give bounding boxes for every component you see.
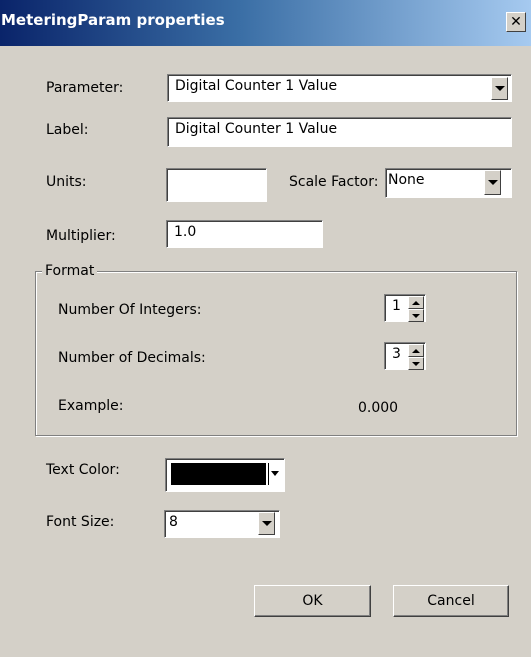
window-title: MeteringParam properties (1, 11, 225, 29)
title-bar: MeteringParam properties ✕ (0, 0, 531, 46)
ok-button-label: OK (302, 593, 323, 609)
font-size-label: Font Size: (46, 514, 115, 530)
font-size-dropdown-button[interactable] (258, 512, 275, 535)
label-label: Label: (46, 122, 89, 138)
scale-factor-label: Scale Factor: (289, 174, 379, 190)
number-of-integers-value: 1 (392, 298, 401, 314)
example-value: 0.000 (358, 400, 399, 416)
chevron-down-icon (494, 86, 505, 91)
multiplier-input-value: 1.0 (174, 224, 197, 240)
units-label: Units: (46, 174, 87, 190)
parameter-select-value: Digital Counter 1 Value (175, 78, 338, 94)
example-label: Example: (58, 398, 124, 414)
label-input-value: Digital Counter 1 Value (175, 121, 338, 137)
arrow-down-icon (412, 361, 420, 366)
ok-button[interactable]: OK (254, 585, 371, 617)
units-input[interactable] (166, 168, 267, 202)
chevron-down-icon (261, 521, 272, 526)
color-dropdown-arrow (271, 471, 279, 476)
arrow-down-icon (412, 313, 420, 318)
arrow-up-icon (412, 348, 420, 353)
multiplier-input[interactable]: 1.0 (166, 220, 323, 248)
parameter-dropdown-button[interactable] (491, 77, 508, 100)
parameter-label: Parameter: (46, 80, 124, 96)
multiplier-label: Multiplier: (46, 228, 116, 244)
close-button[interactable]: ✕ (506, 12, 526, 32)
number-of-integers-label: Number Of Integers: (58, 302, 202, 318)
cancel-button-label: Cancel (427, 593, 475, 609)
color-divider (268, 463, 269, 485)
integers-spin-down-button[interactable] (408, 309, 424, 322)
decimals-spin-down-button[interactable] (408, 357, 424, 370)
text-color-label: Text Color: (46, 462, 120, 478)
integers-spin-up-button[interactable] (408, 296, 424, 309)
number-of-decimals-label: Number of Decimals: (58, 350, 206, 366)
cancel-button[interactable]: Cancel (393, 585, 509, 617)
text-color-picker[interactable] (165, 458, 285, 492)
font-size-select-value: 8 (169, 514, 178, 530)
text-color-swatch (171, 463, 266, 485)
parameter-select[interactable]: Digital Counter 1 Value (167, 74, 512, 102)
chevron-down-icon (487, 180, 498, 185)
label-input[interactable]: Digital Counter 1 Value (167, 117, 512, 147)
scale-factor-dropdown-button[interactable] (484, 170, 501, 195)
close-icon: ✕ (510, 14, 522, 30)
chevron-down-icon (271, 471, 279, 476)
number-of-decimals-value: 3 (392, 346, 401, 362)
format-group-label: Format (42, 263, 98, 279)
decimals-spin-up-button[interactable] (408, 344, 424, 357)
arrow-up-icon (412, 300, 420, 305)
scale-factor-select-value: None (388, 172, 425, 188)
